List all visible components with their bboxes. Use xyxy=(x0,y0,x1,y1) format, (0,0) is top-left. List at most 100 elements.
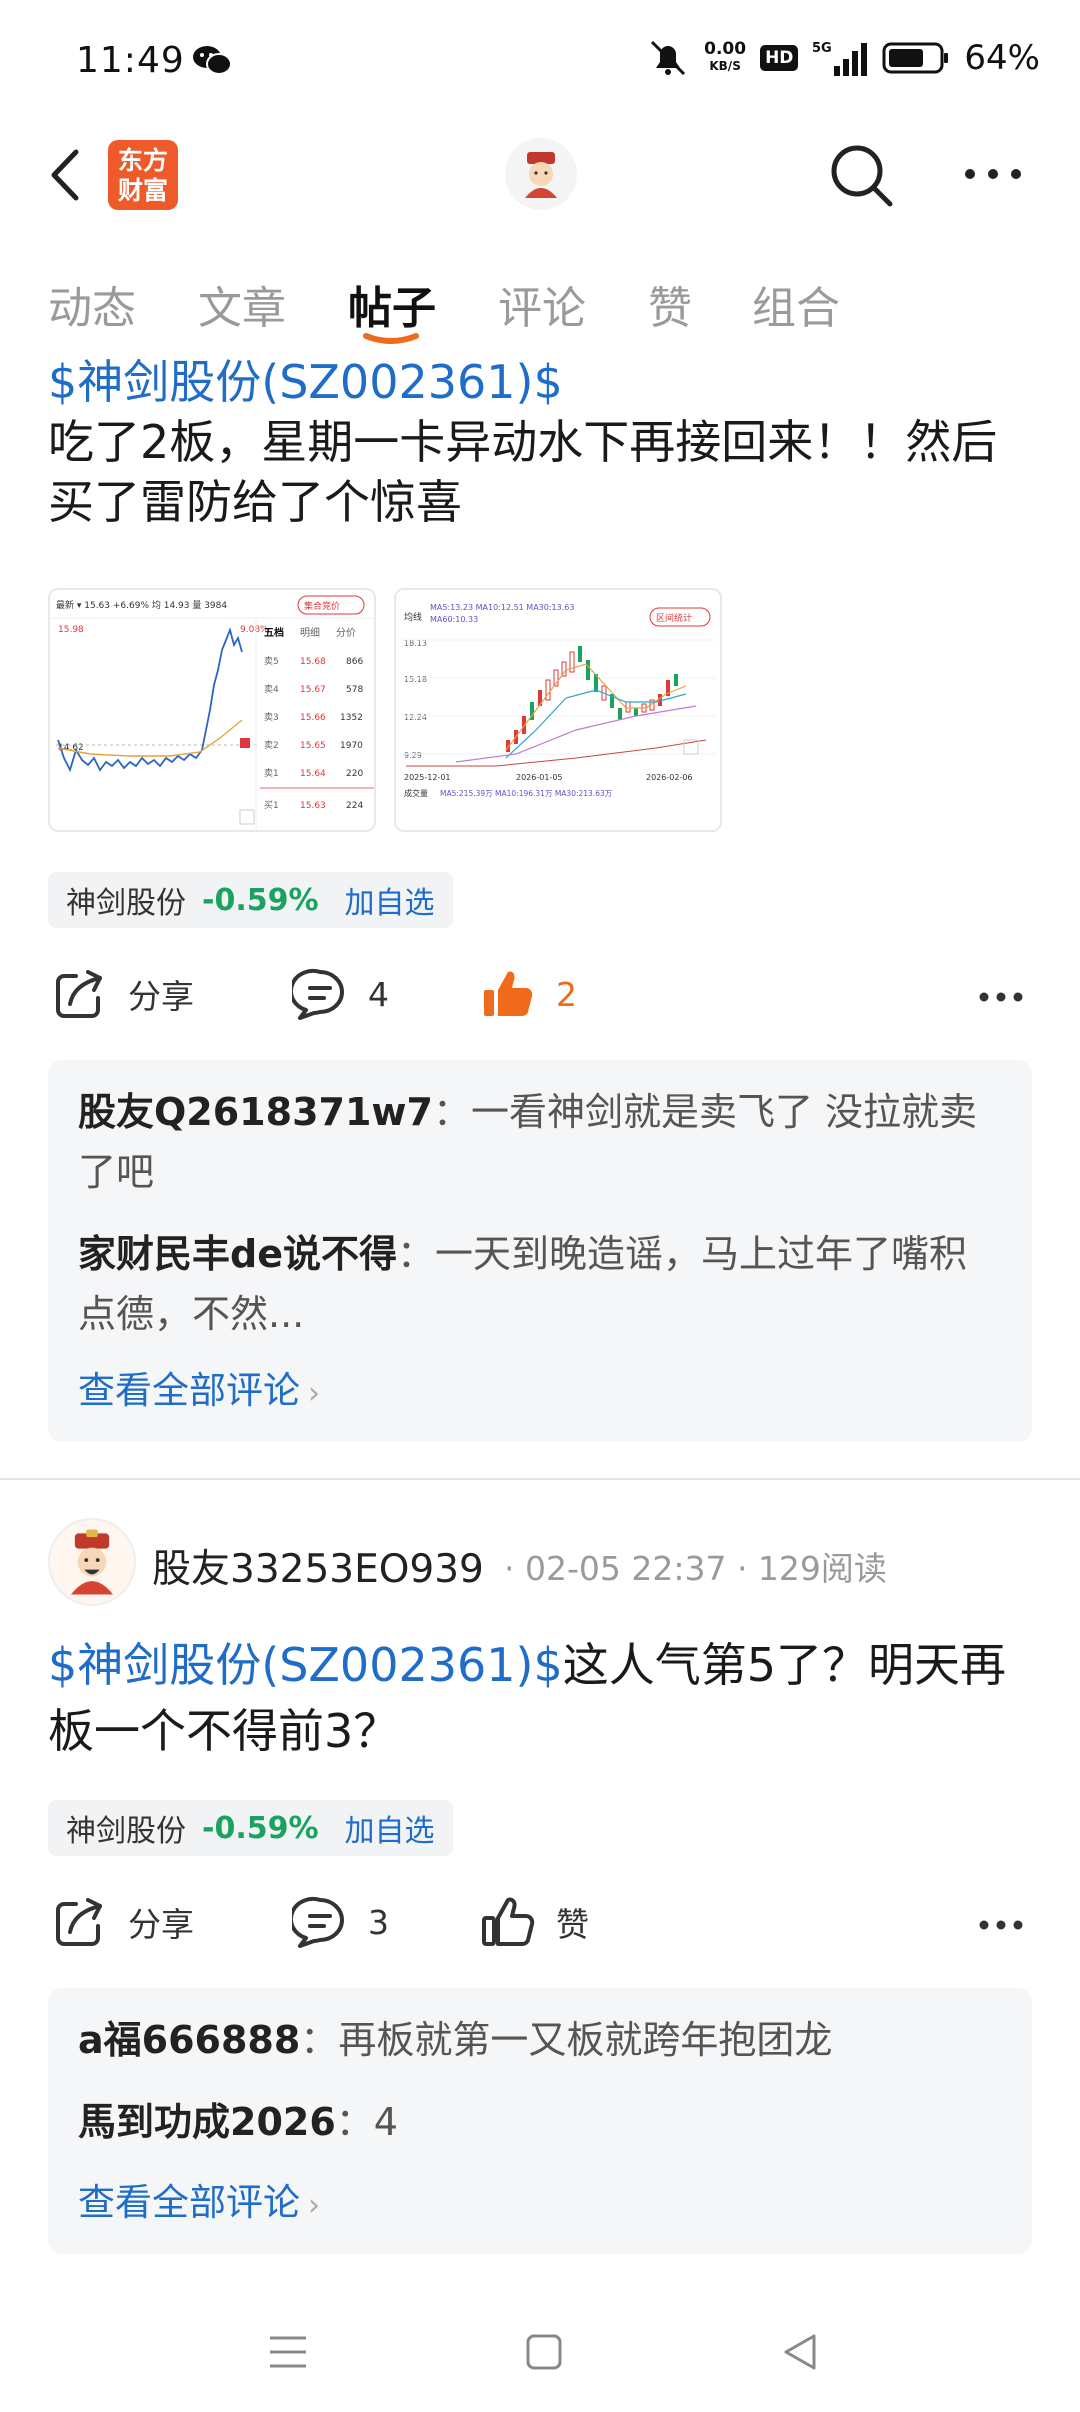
tab-articles[interactable]: 文章 xyxy=(198,272,286,336)
stock-change: -0.59% xyxy=(202,882,319,918)
tab-portfolio[interactable]: 组合 xyxy=(752,272,840,336)
like-button[interactable]: 赞 xyxy=(480,1894,589,1950)
ob-price: 15.64 xyxy=(300,769,326,779)
stock-tag[interactable]: 神剑股份 -0.59% 加自选 xyxy=(48,872,453,928)
author-name[interactable]: 股友33253EO939 xyxy=(152,1538,484,1594)
volume-ma: MA5:215.39万 MA10:196.31万 MA30:213.63万 xyxy=(440,789,613,798)
comment-preview: a福666888：再板就第一又板就跨年抱团龙 馬到功成2026：4 查看全部评论… xyxy=(48,1988,1032,2254)
menu-icon[interactable] xyxy=(264,2328,312,2376)
comment-user[interactable]: 家财民丰de说不得 xyxy=(78,1232,397,1276)
side-tab-five: 五档 xyxy=(264,626,284,639)
stock-tag[interactable]: 神剑股份 -0.59% 加自选 xyxy=(48,1800,453,1856)
comment-user[interactable]: 股友Q2618371w7 xyxy=(78,1090,433,1134)
search-icon[interactable] xyxy=(826,140,896,210)
back-triangle-icon[interactable] xyxy=(776,2328,824,2376)
kline-chart: 均线 MA5:13.23 MA10:12.51 MA30:13.63 MA60:… xyxy=(396,590,720,830)
stock-link[interactable]: $神剑股份(SZ002361)$ xyxy=(48,1638,563,1692)
comment-item[interactable]: 股友Q2618371w7：一看神剑就是卖飞了 没拉就卖了吧 xyxy=(78,1082,998,1202)
status-bar: 11:49 0.00 KB/S HD 5G 64% xyxy=(0,0,1080,120)
volume-label: 成交量 xyxy=(404,788,428,798)
comment-text: 4 xyxy=(373,2100,398,2144)
tab-posts[interactable]: 帖子 xyxy=(348,272,436,336)
ob-price: 15.66 xyxy=(300,713,326,723)
post-actions: 分享 3 赞 xyxy=(0,1894,1080,1964)
stock-change: -0.59% xyxy=(202,1810,319,1846)
stock-link[interactable]: $神剑股份(SZ002361)$ xyxy=(48,352,1038,412)
add-watchlist-button[interactable]: 加自选 xyxy=(345,878,435,922)
back-arrow-icon[interactable] xyxy=(40,142,90,208)
ob-vol: 220 xyxy=(346,769,363,779)
tab-likes[interactable]: 赞 xyxy=(648,272,692,336)
post-author-row: 股友33253EO939 · 02-05 22:37 · 129阅读 xyxy=(48,1518,1038,1608)
thumbs-up-icon xyxy=(482,1897,535,1946)
ob-label: 买1 xyxy=(264,800,279,811)
ob-price: 15.63 xyxy=(300,801,326,811)
like-label: 赞 xyxy=(556,1905,589,1944)
share-button[interactable]: 分享 xyxy=(52,1894,194,1950)
view-all-comments-link[interactable]: 查看全部评论 › xyxy=(78,1360,320,1414)
tab-dynamics[interactable]: 动态 xyxy=(48,272,136,336)
side-tab-detail: 明细 xyxy=(300,626,320,639)
post-content[interactable]: $神剑股份(SZ002361)$ 吃了2板，星期一卡异动水下再接回来！！然后买了… xyxy=(48,352,1038,532)
x-date-label: 2026-01-05 xyxy=(516,773,563,782)
more-options-icon[interactable] xyxy=(962,164,1024,184)
comment-item[interactable]: 馬到功成2026：4 xyxy=(78,2092,998,2152)
share-button[interactable]: 分享 xyxy=(52,966,194,1022)
status-time: 11:49 xyxy=(76,40,185,81)
add-watchlist-button[interactable]: 加自选 xyxy=(345,1806,435,1850)
svg-text:5G: 5G xyxy=(812,41,832,56)
comment-item[interactable]: a福666888：再板就第一又板就跨年抱团龙 xyxy=(78,2010,998,2070)
ob-vol: 578 xyxy=(346,685,363,695)
comment-bubble-icon xyxy=(292,1896,344,1948)
stock-name: 神剑股份 xyxy=(66,1814,186,1849)
system-nav-bar xyxy=(0,2300,1080,2412)
ob-price: 15.68 xyxy=(300,657,326,667)
kline-chart-thumbnail[interactable]: 均线 MA5:13.23 MA10:12.51 MA30:13.63 MA60:… xyxy=(394,588,722,832)
like-count: 2 xyxy=(556,974,577,1014)
comment-item[interactable]: 家财民丰de说不得：一天到晚造谣，马上过年了嘴积点德，不然... xyxy=(78,1224,998,1344)
ob-vol: 1970 xyxy=(340,741,363,751)
post-actions: 分享 4 2 xyxy=(0,966,1080,1036)
ob-label: 卖2 xyxy=(264,740,279,751)
home-icon[interactable] xyxy=(520,2328,568,2376)
ob-vol: 866 xyxy=(346,657,363,667)
share-icon xyxy=(56,1898,102,1946)
ob-vol: 224 xyxy=(346,801,363,811)
post-divider xyxy=(0,1478,1080,1480)
like-button[interactable]: 2 xyxy=(480,966,577,1022)
ma-line2: MA60:10.33 xyxy=(430,615,478,624)
ob-price: 15.65 xyxy=(300,741,326,751)
intraday-chart-thumbnail[interactable]: 最新 ▾ 15.63 +6.69% 均 14.93 量 3984 集合竞价 15… xyxy=(48,588,376,832)
ob-vol: 1352 xyxy=(340,713,363,723)
side-tab-price: 分价 xyxy=(336,627,356,639)
stock-name: 神剑股份 xyxy=(66,886,186,921)
post-content[interactable]: $神剑股份(SZ002361)$这人气第5了？明天再板一个不得前3？ xyxy=(48,1632,1038,1764)
y-label: 12.24 xyxy=(404,713,427,722)
fortune-god-avatar-icon xyxy=(50,1520,134,1604)
post-body: 吃了2板，星期一卡异动水下再接回来！！然后买了雷防给了个惊喜 xyxy=(48,415,998,529)
x-date-label: 2025-12-01 xyxy=(404,773,451,782)
wechat-notification-icon xyxy=(193,46,232,75)
post-more-icon[interactable] xyxy=(978,990,1024,1004)
author-avatar[interactable] xyxy=(48,1518,136,1606)
user-avatar[interactable] xyxy=(505,138,577,210)
share-icon xyxy=(56,970,102,1018)
comment-button[interactable]: 3 xyxy=(292,1894,389,1950)
post-more-icon[interactable] xyxy=(978,1918,1024,1932)
comment-user[interactable]: 馬到功成2026 xyxy=(78,2100,336,2144)
ma-line1: MA5:13.23 MA10:12.51 MA30:13.63 xyxy=(430,603,574,612)
comment-button[interactable]: 4 xyxy=(292,966,389,1022)
comment-count: 3 xyxy=(368,1902,389,1942)
view-all-comments-link[interactable]: 查看全部评论 › xyxy=(78,2172,320,2226)
battery-icon xyxy=(882,42,949,74)
comment-user[interactable]: a福666888 xyxy=(78,2018,300,2062)
tab-comments[interactable]: 评论 xyxy=(498,272,586,336)
chevron-right-icon: › xyxy=(308,2188,320,2223)
active-tab-indicator xyxy=(363,333,419,344)
comment-text: 再板就第一又板就跨年抱团龙 xyxy=(338,2018,833,2062)
range-stats-badge: 区间统计 xyxy=(656,612,692,624)
share-label: 分享 xyxy=(128,1905,194,1944)
brand-logo[interactable]: 东方 财富 xyxy=(108,140,178,210)
net-speed: 0.00 KB/S xyxy=(704,39,747,74)
ma-type-label: 均线 xyxy=(404,611,422,623)
